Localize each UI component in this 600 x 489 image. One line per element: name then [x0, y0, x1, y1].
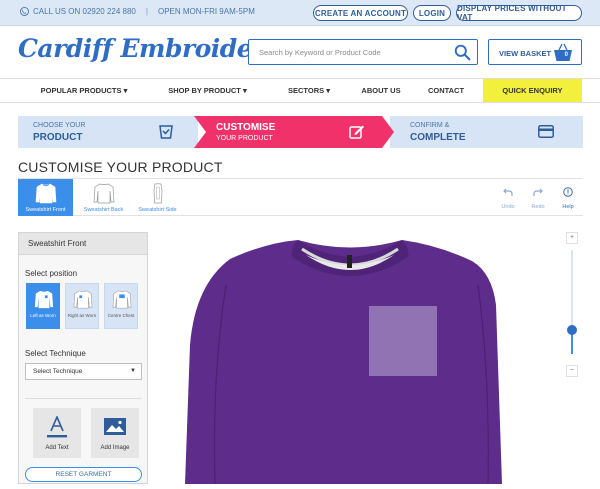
chevron-down-icon: ▼: [130, 368, 136, 374]
nav-shop-by-product[interactable]: SHOP BY PRODUCT ▾: [150, 79, 265, 102]
contact-info: CALL US ON 02920 224 880 | OPEN MON-FRI …: [20, 7, 255, 16]
image-icon: [104, 418, 126, 435]
design-canvas[interactable]: [160, 225, 560, 485]
position-label-text: Left as Worn: [30, 313, 56, 318]
quick-enquiry-button[interactable]: QUICK ENQUIRY: [483, 79, 582, 102]
view-tabs: Sweatshirt Front Sweatshirt Back Sweatsh…: [18, 178, 583, 216]
technique-select-value: Select Technique: [33, 368, 83, 375]
redo-icon: [533, 188, 543, 196]
step-big-label: PRODUCT: [33, 132, 83, 143]
card-icon: [538, 125, 554, 138]
sweatshirt-right-icon: [73, 290, 93, 309]
basket-label: VIEW BASKET: [499, 49, 552, 58]
step-big-label: COMPLETE: [410, 132, 466, 143]
zoom-out-button[interactable]: −: [566, 365, 578, 377]
sweatshirt-front-icon: [35, 183, 56, 204]
edit-icon: [349, 125, 364, 139]
help-button[interactable]: Help: [558, 184, 578, 210]
position-left-as-worn[interactable]: Left as Worn: [26, 283, 60, 329]
tab-label: Sweatshirt Back: [83, 207, 124, 213]
position-centre-chest[interactable]: Centre Chest: [104, 283, 138, 329]
phone-text[interactable]: CALL US ON 02920 224 880: [33, 7, 136, 16]
create-account-button[interactable]: CREATE AN ACCOUNT: [313, 5, 408, 21]
print-area: [369, 306, 437, 376]
step-small-label: YOUR PRODUCT: [216, 135, 273, 142]
step-customise[interactable]: CUSTOMISE YOUR PRODUCT: [194, 116, 394, 148]
add-image-label: Add Image: [100, 445, 130, 451]
site-logo[interactable]: Cardiff Embroidery: [18, 34, 279, 63]
text-icon: [47, 416, 67, 438]
top-bar: CALL US ON 02920 224 880 | OPEN MON-FRI …: [0, 0, 600, 26]
sweatshirt-centre-icon: [112, 290, 132, 309]
technique-select[interactable]: Select Technique ▼: [25, 363, 142, 380]
nav-sectors[interactable]: SECTORS ▾: [265, 79, 353, 102]
redo-label: Redo: [531, 204, 545, 210]
help-icon: [563, 187, 573, 197]
customise-panel: Sweatshirt Front Select position Left as…: [18, 232, 148, 484]
search-bar[interactable]: Search by Keyword or Product Code: [248, 39, 478, 65]
zoom-control: + −: [564, 232, 580, 378]
login-button[interactable]: LOGIN: [413, 5, 451, 21]
position-label-text: Right as Worn: [67, 313, 97, 318]
step-big-label: CUSTOMISE: [216, 122, 276, 133]
sweatshirt-left-icon: [34, 290, 54, 309]
zoom-slider-handle[interactable]: [567, 325, 577, 335]
step-small-label: CHOOSE YOUR: [33, 122, 86, 129]
search-input[interactable]: Search by Keyword or Product Code: [259, 48, 381, 57]
technique-label: Select Technique: [25, 349, 86, 358]
page-title: CUSTOMISE YOUR PRODUCT: [18, 159, 223, 175]
phone-icon: [20, 7, 29, 16]
tab-sweatshirt-back[interactable]: Sweatshirt Back: [76, 179, 131, 216]
sweatshirt-preview: [185, 240, 502, 485]
help-label: Help: [562, 204, 574, 210]
checkout-steps: CHOOSE YOUR PRODUCT CONFIRM & COMPLETE C…: [18, 116, 583, 148]
divider: [25, 398, 142, 399]
site-header: Cardiff Embroidery Search by Keyword or …: [0, 26, 600, 78]
redo-button[interactable]: Redo: [528, 184, 548, 210]
opening-hours: OPEN MON-FRI 9AM-5PM: [157, 7, 255, 16]
nav-contact[interactable]: CONTACT: [409, 79, 483, 102]
tab-label: Sweatshirt Side: [138, 207, 177, 213]
nav-popular-products[interactable]: POPULAR PRODUCTS ▾: [18, 79, 150, 102]
sweatshirt-back-icon: [93, 183, 114, 204]
step-confirm-complete[interactable]: CONFIRM & COMPLETE: [390, 116, 583, 148]
zoom-in-button[interactable]: +: [566, 232, 578, 244]
reset-garment-button[interactable]: RESET GARMENT: [25, 467, 142, 482]
add-image-button[interactable]: Add Image: [91, 408, 139, 458]
view-basket-button[interactable]: VIEW BASKET 0: [488, 39, 582, 65]
position-right-as-worn[interactable]: Right as Worn: [65, 283, 99, 329]
add-text-button[interactable]: Add Text: [33, 408, 81, 458]
position-label: Select position: [25, 269, 78, 278]
tab-label: Sweatshirt Front: [25, 207, 66, 213]
undo-button[interactable]: Undo: [498, 184, 518, 210]
main-nav: POPULAR PRODUCTS ▾ SHOP BY PRODUCT ▾ SEC…: [0, 78, 600, 103]
basket-icon: [554, 43, 572, 61]
vat-toggle-button[interactable]: DISPLAY PRICES WITHOUT VAT: [456, 4, 582, 22]
undo-label: Undo: [501, 204, 515, 210]
search-icon[interactable]: [454, 44, 471, 61]
tab-sweatshirt-front[interactable]: Sweatshirt Front: [18, 179, 73, 216]
basket-count: 0: [564, 52, 568, 58]
panel-title: Sweatshirt Front: [19, 233, 147, 255]
nav-about-us[interactable]: ABOUT US: [353, 79, 409, 102]
sweatshirt-side-icon: [153, 183, 162, 204]
step-choose-product[interactable]: CHOOSE YOUR PRODUCT: [18, 116, 198, 148]
separator: |: [145, 7, 148, 16]
position-label-text: Centre Chest: [107, 313, 135, 318]
tab-sweatshirt-side[interactable]: Sweatshirt Side: [130, 179, 185, 216]
undo-icon: [503, 188, 513, 196]
basket-check-icon: [159, 125, 173, 139]
step-small-label: CONFIRM &: [410, 122, 450, 129]
add-text-label: Add Text: [45, 445, 69, 451]
